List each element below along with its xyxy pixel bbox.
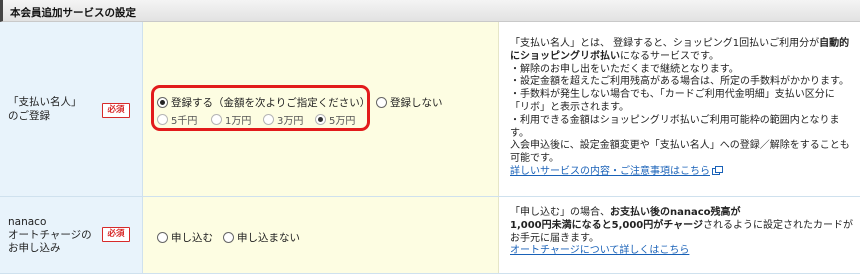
required-badge: 必須: [102, 103, 130, 118]
desc-line: 「申し込む」の場合、お支払い後のnanaco残高が: [510, 207, 741, 218]
no-apply-radio[interactable]: [223, 232, 234, 243]
no-apply-radio-option[interactable]: 申し込まない: [223, 230, 300, 245]
desc-line: にショッピングリボ払いになるサービスです。: [510, 50, 719, 62]
desc-line: 1,000円未満になると5,000円がチャージされるように設定されたカードが: [510, 219, 853, 231]
highlight-box: [151, 85, 370, 131]
desc-line: 可能です。: [510, 153, 559, 165]
nanaco-description: 「申し込む」の場合、お支払い後のnanaco残高が 1,000円未満になると5,…: [510, 207, 855, 258]
desc-line: 「リボ」と表示されます。: [510, 101, 629, 113]
desc-line: お手元に届きます。: [510, 232, 599, 244]
nanaco-label-line3: お申し込み: [8, 242, 61, 254]
desc-line: ・利用できる金額はショッピングリボ払いご利用可能枠の範囲内となりま: [510, 114, 840, 126]
desc-line: す。: [510, 127, 529, 139]
nanaco-label-line2: オートチャージの: [8, 229, 92, 241]
external-window-icon: [712, 165, 723, 175]
nanaco-label-cell: nanaco オートチャージの お申し込み 必須: [0, 197, 143, 273]
desc-line: 入会申込後に、設定金額変更や「支払い名人」への登録／解除をすることも: [510, 140, 850, 152]
apply-radio[interactable]: [157, 232, 168, 243]
shiharai-label-cell: 「支払い名人」 のご登録 必須: [0, 22, 143, 196]
desc-line: ・設定金額を超えたご利用残高がある場合は、所定の手数料がかかります。: [510, 76, 849, 88]
apply-radio-label[interactable]: 申し込む: [171, 230, 213, 245]
service-details-link[interactable]: 詳しいサービスの内容・ご注意事項はこちら: [510, 166, 710, 177]
section-title: 本会員追加サービスの設定: [10, 7, 136, 19]
auto-charge-details-link[interactable]: オートチャージについて詳しくはこちら: [510, 245, 689, 256]
desc-line: 「支払い名人」とは、 登録すると、ショッピング1回払いご利用分が自動的: [510, 38, 850, 49]
no-apply-radio-label[interactable]: 申し込まない: [237, 230, 300, 245]
shiharai-label-line2: のご登録: [8, 110, 50, 122]
shiharai-label-line1: 「支払い名人」: [8, 96, 82, 108]
no-register-radio-option[interactable]: 登録しない: [376, 95, 443, 110]
apply-radio-option[interactable]: 申し込む: [157, 230, 213, 245]
section-header: 本会員追加サービスの設定: [0, 0, 860, 22]
desc-line: ・解除のお申し出をいただくまで継続となります。: [510, 63, 739, 75]
no-register-radio-label[interactable]: 登録しない: [390, 95, 443, 110]
no-register-radio[interactable]: [376, 97, 387, 108]
nanaco-label-line1: nanaco: [8, 216, 47, 228]
shiharai-description: 「支払い名人」とは、 登録すると、ショッピング1回払いご利用分が自動的 にショッ…: [510, 38, 855, 179]
desc-line: ・手数料が発生しない場合でも、「カードご利用代金明細」支払い区分に: [510, 89, 835, 101]
required-badge: 必須: [102, 227, 130, 242]
